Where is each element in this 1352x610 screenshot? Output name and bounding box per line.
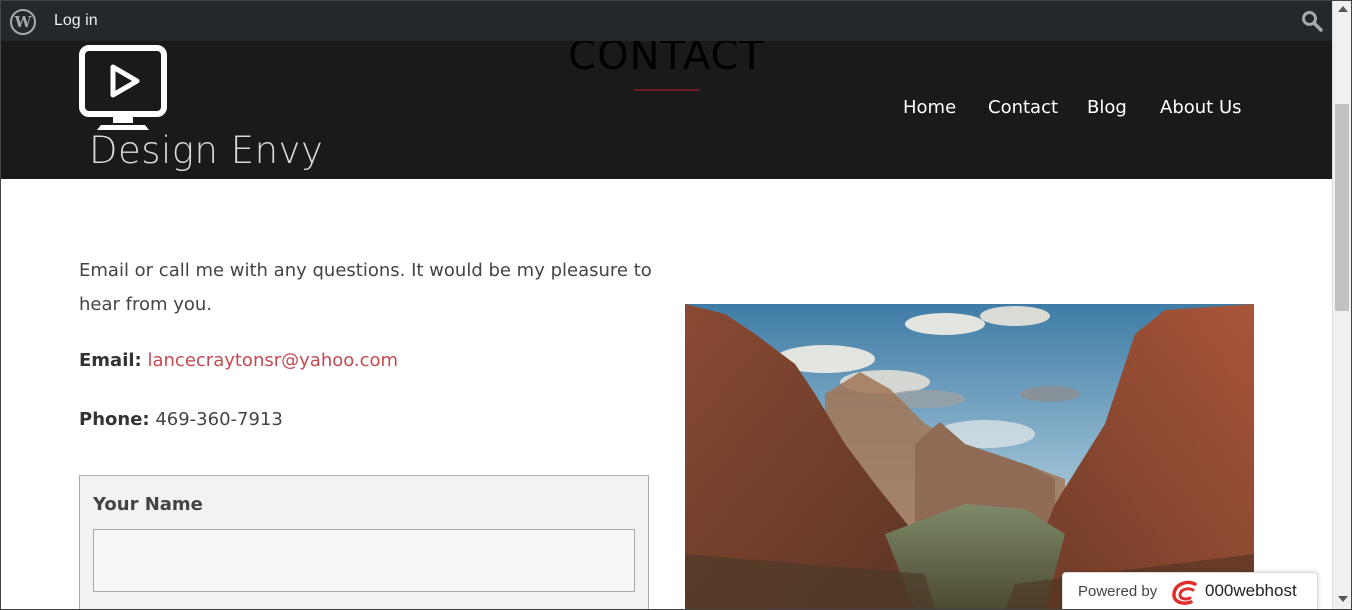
email-label: Email: (79, 350, 142, 371)
vertical-scrollbar[interactable] (1332, 1, 1351, 609)
admin-bar: W Log in (1, 1, 1332, 41)
site-logo-text[interactable]: Design Envy (89, 129, 323, 172)
000webhost-logo-icon (1172, 580, 1197, 605)
site-header: CONTACT Design Envy Home Contact Blog Ab… (1, 41, 1332, 179)
nav-item-about-us[interactable]: About Us (1160, 97, 1242, 118)
search-icon[interactable] (1301, 10, 1323, 32)
name-field-label: Your Name (93, 494, 203, 515)
login-link[interactable]: Log in (54, 12, 98, 30)
scroll-up-arrow-icon[interactable] (1338, 6, 1348, 12)
badge-brand-name: 000webhost (1205, 581, 1297, 600)
page-title: CONTACT (568, 41, 765, 79)
contact-form: Your Name (79, 475, 649, 610)
wordpress-logo-icon[interactable]: W (10, 9, 36, 35)
intro-text: Email or call me with any questions. It … (79, 260, 652, 315)
nav-item-contact[interactable]: Contact (988, 97, 1058, 118)
phone-label: Phone: (79, 409, 150, 430)
nav-item-blog[interactable]: Blog (1087, 97, 1127, 118)
email-link[interactable]: lancecraytonsr@yahoo.com (147, 350, 398, 371)
scroll-down-arrow-icon[interactable] (1338, 596, 1348, 602)
email-line: Email: lancecraytonsr@yahoo.com (79, 350, 398, 371)
powered-by-text: Powered by (1078, 583, 1158, 600)
canyon-landscape-image (685, 304, 1254, 610)
nav-item-home[interactable]: Home (903, 97, 956, 118)
powered-by-badge[interactable]: Powered by 000webhost (1062, 572, 1318, 610)
scrollbar-thumb[interactable] (1335, 104, 1349, 311)
main-nav: Home Contact Blog About Us (1, 97, 1332, 127)
title-underline (634, 89, 700, 91)
phone-line: Phone: 469-360-7913 (79, 409, 283, 430)
name-input[interactable] (93, 529, 635, 592)
phone-value: 469-360-7913 (155, 409, 283, 430)
